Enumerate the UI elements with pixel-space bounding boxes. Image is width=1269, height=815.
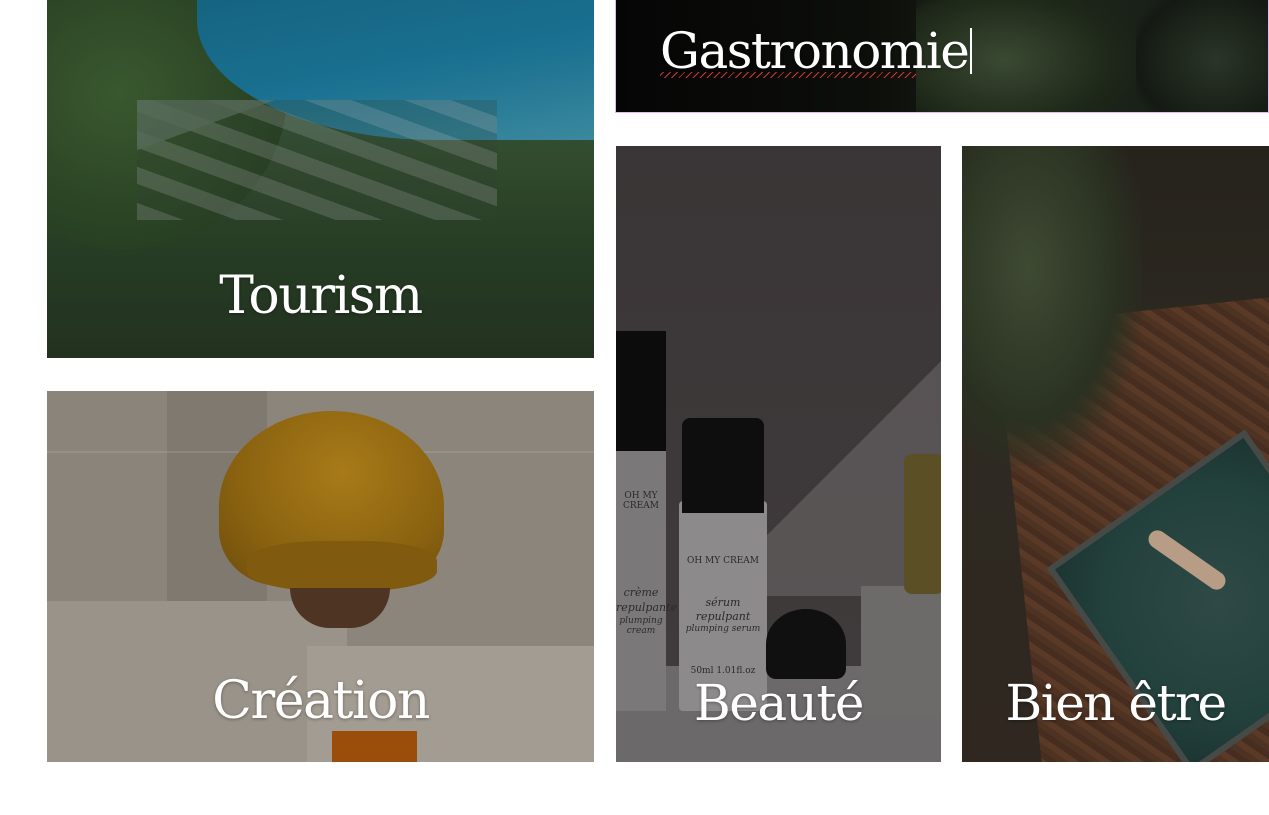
product-subname-left: plumping cream xyxy=(619,616,663,636)
creation-armchair-seat xyxy=(247,541,437,591)
beaute-dropper-bottle-image xyxy=(904,454,941,594)
tile-gastronomie[interactable]: Gastronomie xyxy=(615,0,1269,113)
beaute-serum-pump xyxy=(682,418,764,513)
tile-beaute[interactable]: OH MY CREAM crème repulpante plumping cr… xyxy=(616,146,941,762)
product-brand-left: OH MY CREAM xyxy=(623,491,659,511)
bienetre-trees-image xyxy=(962,146,1142,466)
product-name-left-2: repulpante xyxy=(616,601,678,614)
creation-orange-block xyxy=(332,731,417,762)
tile-label-bien-etre: Bien être xyxy=(1005,674,1227,732)
tile-bien-etre[interactable]: Bien être xyxy=(962,146,1269,762)
tile-tourism[interactable]: Tourism xyxy=(47,0,594,358)
tile-label-creation: Création xyxy=(212,671,430,731)
beaute-cream-bottle-cap xyxy=(616,331,666,451)
tile-label-tourism: Tourism xyxy=(219,266,423,326)
product-brand-center: OH MY CREAM xyxy=(686,556,760,566)
text-caret xyxy=(970,28,972,74)
spellcheck-underline xyxy=(660,72,916,78)
product-name-center: sérum xyxy=(705,596,741,609)
product-subname-center: plumping serum xyxy=(685,624,761,634)
beaute-jar-image xyxy=(766,609,846,679)
product-name-left: crème xyxy=(623,586,659,599)
tile-creation[interactable]: Création xyxy=(47,391,594,762)
product-name-center-2: repulpant xyxy=(695,610,751,623)
tile-label-beaute: Beauté xyxy=(693,674,865,732)
